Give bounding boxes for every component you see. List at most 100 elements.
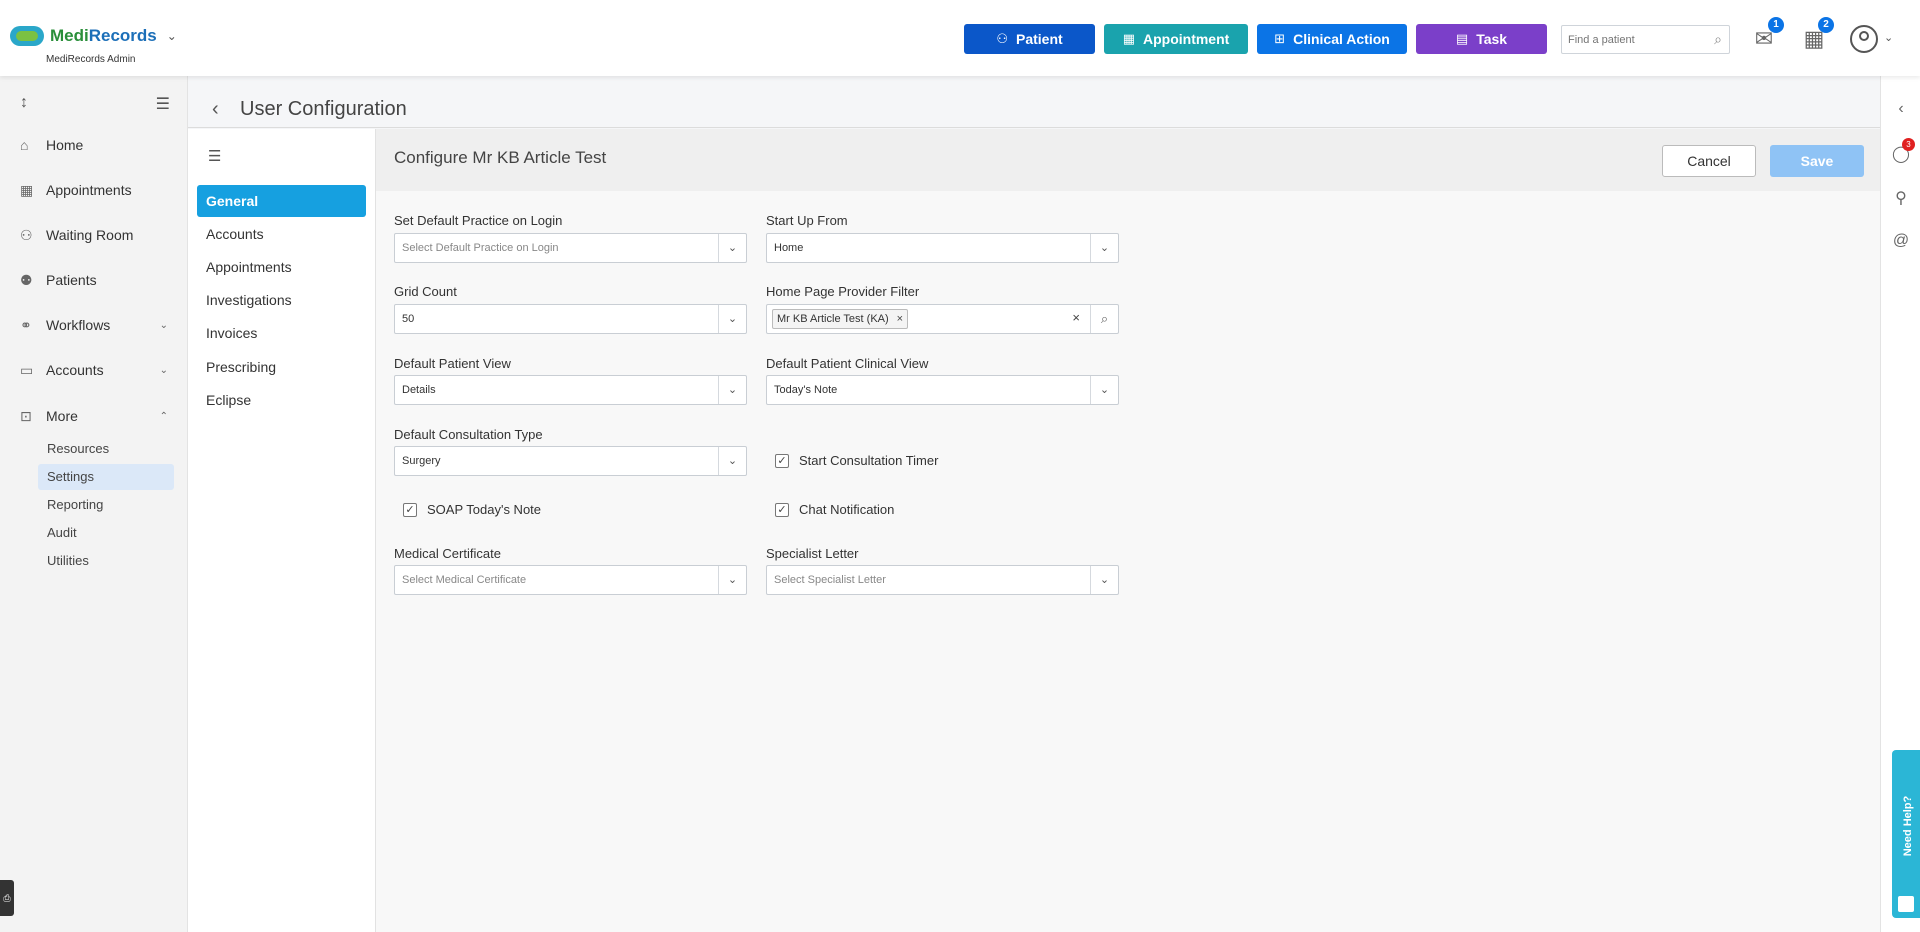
checkmark-icon[interactable]: ✓ (403, 502, 417, 517)
nav-item-label: Patients (46, 272, 97, 288)
user-avatar-icon[interactable] (1850, 25, 1878, 53)
mail-icon[interactable]: ✉ 1 (1749, 17, 1784, 52)
start-timer-checkbox[interactable]: ✓ Start Consultation Timer (775, 453, 938, 468)
checkmark-icon[interactable]: ✓ (775, 453, 789, 468)
startup-label: Start Up From (766, 213, 848, 228)
need-help-tab[interactable]: Need Help? (1892, 750, 1920, 918)
config-header: Configure Mr KB Article Test Cancel Save (376, 129, 1880, 191)
find-patient-input[interactable] (1562, 26, 1692, 53)
new-patient-button[interactable]: ⚇ Patient (964, 24, 1095, 54)
chevron-down-icon[interactable]: ⌄ (167, 29, 177, 43)
new-appointment-button[interactable]: ▦ Appointment (1104, 24, 1248, 54)
clipboard-icon: ▤ (1455, 31, 1469, 46)
chevron-down-icon[interactable]: ⌄ (718, 305, 746, 333)
startup-select[interactable]: Home ⌄ (766, 233, 1119, 263)
cancel-button[interactable]: Cancel (1662, 145, 1756, 177)
nav-item-label: More (46, 408, 78, 424)
chevron-down-icon[interactable]: ⌄ (1090, 376, 1118, 404)
subnav-accounts[interactable]: Accounts (197, 218, 366, 250)
new-patient-label: Patient (1015, 31, 1063, 47)
subnav-general[interactable]: General (197, 185, 366, 217)
remove-chip-icon[interactable]: × (897, 310, 903, 328)
nav-sub-utilities[interactable]: Utilities (38, 548, 174, 574)
nav-item-waiting-room[interactable]: ⚇ Waiting Room (20, 220, 170, 250)
specialist-letter-select[interactable]: Select Specialist Letter ⌄ (766, 565, 1119, 595)
grid-count-label: Grid Count (394, 284, 457, 299)
nav-item-label: Appointments (46, 182, 132, 198)
home-icon: ⌂ (20, 137, 29, 153)
user-role: MediRecords Admin (46, 54, 136, 65)
collapse-menu-icon[interactable]: ☰ (156, 94, 170, 114)
logo-cloud-icon (10, 26, 44, 46)
medical-certificate-select[interactable]: Select Medical Certificate ⌄ (394, 565, 747, 595)
chevron-down-icon[interactable]: ⌄ (718, 234, 746, 262)
nav-item-appointments[interactable]: ▦ Appointments (20, 175, 170, 205)
chat-notification-checkbox[interactable]: ✓ Chat Notification (775, 502, 894, 517)
nav-sub-audit[interactable]: Audit (38, 520, 174, 546)
default-practice-select[interactable]: Select Default Practice on Login ⌄ (394, 233, 747, 263)
nav-item-accounts[interactable]: ▭ Accounts ⌄ (20, 355, 170, 385)
nav-item-workflows[interactable]: ⚭ Workflows ⌄ (20, 310, 170, 340)
nav-item-patients[interactable]: ⚉ Patients (20, 265, 170, 295)
printer-icon[interactable]: ⎙ (0, 880, 14, 916)
task-count-badge: 2 (1818, 17, 1834, 33)
nav-sub-reporting[interactable]: Reporting (38, 492, 174, 518)
nav-sub-resources[interactable]: Resources (38, 436, 174, 462)
chevron-down-icon[interactable]: ⌄ (718, 376, 746, 404)
chat-icon[interactable]: ◯ 3 (1891, 138, 1915, 164)
consultation-type-value: Surgery (402, 455, 441, 467)
soap-note-checkbox[interactable]: ✓ SOAP Today's Note (403, 502, 541, 517)
subnav-investigations[interactable]: Investigations (197, 284, 366, 316)
clear-icon[interactable]: × (1072, 310, 1080, 325)
chevron-left-icon[interactable]: ‹ (1891, 100, 1911, 120)
workflows-icon: ⚭ (20, 316, 32, 333)
clinical-action-button[interactable]: ⊞ Clinical Action (1257, 24, 1407, 54)
provider-chip: Mr KB Article Test (KA) × (772, 309, 909, 329)
subnav-appointments[interactable]: Appointments (197, 251, 366, 283)
at-mention-icon[interactable]: @ (1891, 232, 1911, 252)
patient-view-select[interactable]: Details ⌄ (394, 375, 747, 405)
chevron-down-icon[interactable]: ⌄ (1884, 31, 1893, 44)
search-icon[interactable]: ⌕ (1090, 305, 1118, 333)
new-task-label: Task (1476, 31, 1508, 47)
subnav-eclipse[interactable]: Eclipse (197, 384, 366, 416)
nav-item-more[interactable]: ⊡ More ⌃ (20, 401, 170, 431)
config-content: Configure Mr KB Article Test Cancel Save… (376, 129, 1880, 932)
new-task-button[interactable]: ▤ Task (1416, 24, 1547, 54)
nav-item-home[interactable]: ⌂ Home (20, 130, 170, 160)
folder-icon: ▭ (20, 361, 34, 378)
provider-filter-select[interactable]: Mr KB Article Test (KA) × × ⌕ (766, 304, 1119, 334)
chevron-down-icon[interactable]: ⌄ (718, 447, 746, 475)
medical-kit-icon: ⊞ (1274, 31, 1286, 46)
left-nav: ↕ ☰ ⌂ Home ▦ Appointments ⚇ Waiting Room… (0, 76, 188, 932)
save-button[interactable]: Save (1770, 145, 1864, 177)
consultation-type-select[interactable]: Surgery ⌄ (394, 446, 747, 476)
grid-count-select[interactable]: 50 ⌄ (394, 304, 747, 334)
chevron-down-icon[interactable]: ⌄ (1090, 234, 1118, 262)
app-logo[interactable]: MediRecords ⌄ (10, 26, 177, 46)
patient-view-label: Default Patient View (394, 356, 511, 371)
chat-count-badge: 3 (1902, 138, 1915, 151)
chevron-down-icon[interactable]: ⌄ (1090, 566, 1118, 594)
chevron-down-icon[interactable]: ⌄ (718, 566, 746, 594)
clinical-view-value: Today's Note (774, 384, 838, 396)
provider-filter-label: Home Page Provider Filter (766, 284, 920, 299)
back-arrow-icon[interactable]: ‹ (212, 98, 219, 121)
default-practice-placeholder: Select Default Practice on Login (402, 242, 559, 254)
subnav-prescribing[interactable]: Prescribing (197, 351, 366, 383)
nav-item-label: Workflows (46, 317, 111, 333)
patient-view-value: Details (402, 384, 436, 396)
pin-icon[interactable]: ⚲ (1891, 188, 1911, 208)
tasks-calendar-icon[interactable]: ▦ 2 (1799, 17, 1834, 52)
clinical-view-select[interactable]: Today's Note ⌄ (766, 375, 1119, 405)
checkmark-icon[interactable]: ✓ (775, 502, 789, 517)
nav-sub-settings[interactable]: Settings (38, 464, 174, 490)
collapse-menu-icon[interactable]: ☰ (208, 147, 221, 165)
search-icon[interactable]: ⌕ (1714, 31, 1722, 48)
more-icon: ⊡ (20, 407, 32, 424)
consultation-type-label: Default Consultation Type (394, 427, 543, 442)
subnav-invoices[interactable]: Invoices (197, 317, 366, 349)
logo-text: MediRecords (50, 26, 157, 45)
nav-item-label: Home (46, 137, 84, 153)
resize-icon[interactable]: ↕ (20, 94, 28, 111)
